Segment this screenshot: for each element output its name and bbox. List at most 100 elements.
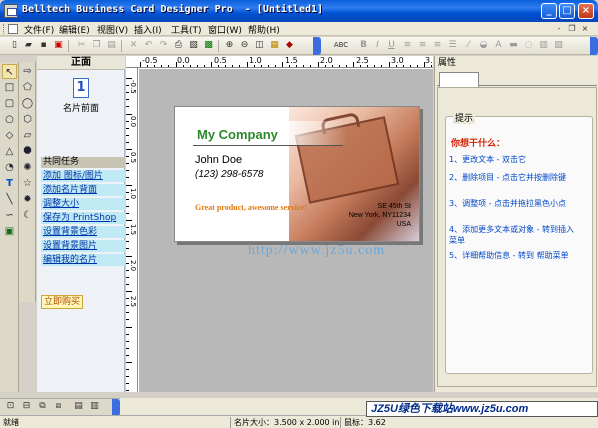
rounded-rectangle-icon[interactable]: ▢ xyxy=(2,96,17,111)
bottom-toolbar-handle[interactable] xyxy=(112,399,120,416)
delete-icon[interactable]: ✕ xyxy=(127,39,140,52)
ellipse-icon[interactable]: ○ xyxy=(2,112,17,127)
toolbar-end-handle[interactable] xyxy=(313,37,321,55)
bring-front-icon[interactable]: ▤ xyxy=(72,400,85,413)
curve-icon[interactable]: ∽ xyxy=(2,208,17,223)
line-icon[interactable]: ╲ xyxy=(2,192,17,207)
font-color-icon[interactable]: A xyxy=(492,39,505,52)
octagon-icon[interactable]: ⯃ xyxy=(20,144,35,159)
mdi-minimize-button[interactable]: - xyxy=(554,23,564,34)
align-left-icon[interactable]: ≡ xyxy=(401,39,414,52)
menu-insert[interactable]: 插入(I) xyxy=(134,23,162,36)
bold-icon[interactable]: B xyxy=(357,39,370,52)
moon-icon[interactable]: ☾ xyxy=(20,208,35,223)
page-thumbnail[interactable]: 1 xyxy=(73,78,89,98)
maximize-button[interactable]: □ xyxy=(559,3,575,19)
print-icon[interactable]: ⎙ xyxy=(172,39,185,52)
business-card[interactable]: My Company John Doe (123) 298-6578 Great… xyxy=(174,106,420,242)
minimize-button[interactable]: _ xyxy=(541,3,557,19)
underline-icon[interactable]: U xyxy=(385,39,398,52)
spellcheck-icon[interactable]: ABC xyxy=(330,39,352,52)
star-burst-icon[interactable]: ✺ xyxy=(20,160,35,175)
send-back-icon[interactable]: ▥ xyxy=(88,400,101,413)
group-icon[interactable]: ⧉ xyxy=(36,400,49,413)
cut-icon[interactable]: ✂ xyxy=(75,39,88,52)
effects-icon[interactable]: ◌ xyxy=(522,39,535,52)
save-icon[interactable]: ▪ xyxy=(37,39,50,52)
close-button[interactable]: × xyxy=(578,3,594,19)
lock-icon[interactable]: ⊡ xyxy=(4,400,17,413)
zoom-in-icon[interactable]: ⊕ xyxy=(223,39,236,52)
ruler-tick xyxy=(126,333,129,335)
burst-icon[interactable]: ✹ xyxy=(20,192,35,207)
layer-icon[interactable]: ▨ xyxy=(552,39,565,52)
slogan-text[interactable]: Great product, awesome service! xyxy=(195,203,307,212)
toolbar-end-handle-right[interactable] xyxy=(590,37,598,55)
triangle-icon[interactable]: △ xyxy=(2,144,17,159)
task-background-color[interactable]: 设置背景色彩 xyxy=(41,226,125,238)
menu-edit[interactable]: 编辑(E) xyxy=(59,23,90,36)
vertical-ruler[interactable]: -0.5 0.0 0.5 1.0 1.5 2.0 2.5 xyxy=(126,68,138,392)
task-add-back[interactable]: 添加名片背面 xyxy=(41,184,125,196)
menu-grip[interactable] xyxy=(3,24,5,34)
address-line-2[interactable]: New York, NY11234 xyxy=(349,212,411,219)
rectangle-icon[interactable]: □ xyxy=(2,80,17,95)
text-tool-icon[interactable]: T xyxy=(2,176,17,191)
menu-tools[interactable]: 工具(T) xyxy=(171,23,202,36)
fill-icon[interactable]: ◒ xyxy=(477,39,490,52)
task-edit-card[interactable]: 编辑我的名片 xyxy=(41,254,125,266)
hexagon-icon[interactable]: ⬡ xyxy=(20,112,35,127)
image-tool-icon[interactable]: ▣ xyxy=(2,224,17,239)
open-icon[interactable]: ▰ xyxy=(22,39,35,52)
task-background-image[interactable]: 设置背景图片 xyxy=(41,240,125,252)
pentagon-icon[interactable]: ⬠ xyxy=(20,80,35,95)
grid-icon[interactable]: ▦ xyxy=(268,39,281,52)
address-line-1[interactable]: SE 45th St xyxy=(378,203,411,210)
person-name[interactable]: John Doe xyxy=(195,154,242,166)
align-right-icon[interactable]: ≡ xyxy=(431,39,444,52)
unlock-icon[interactable]: ⊟ xyxy=(20,400,33,413)
line-style-icon[interactable]: ⁄ xyxy=(462,39,475,52)
star-icon[interactable]: ☆ xyxy=(20,176,35,191)
export-icon[interactable]: ▩ xyxy=(202,39,215,52)
print-preview-icon[interactable]: ▧ xyxy=(187,39,200,52)
address-line-3[interactable]: USA xyxy=(397,221,411,228)
zoom-out-icon[interactable]: ⊖ xyxy=(238,39,251,52)
redo-icon[interactable]: ↷ xyxy=(157,39,170,52)
arrange-icon[interactable]: ▥ xyxy=(537,39,550,52)
select-pointer-icon[interactable]: ↖ xyxy=(2,64,17,79)
right-arrow-shape-icon[interactable]: ⇨ xyxy=(20,64,35,79)
phone-number[interactable]: (123) 298-6578 xyxy=(195,169,263,180)
mdi-close-button[interactable]: × xyxy=(580,23,590,34)
properties-tab[interactable] xyxy=(439,72,479,87)
undo-icon[interactable]: ↶ xyxy=(142,39,155,52)
justify-icon[interactable]: ☰ xyxy=(446,39,459,52)
task-add-image[interactable]: 添加 图标/图片 xyxy=(41,170,125,182)
mdi-restore-button[interactable]: ❐ xyxy=(567,23,577,34)
app-icon[interactable] xyxy=(4,4,18,18)
eraser-icon[interactable]: ◆ xyxy=(283,39,296,52)
zoom-fit-icon[interactable]: ◫ xyxy=(253,39,266,52)
menu-window[interactable]: 窗口(W) xyxy=(208,23,242,36)
menu-file[interactable]: 文件(F) xyxy=(24,23,54,36)
paste-icon[interactable]: ▤ xyxy=(105,39,118,52)
ungroup-icon[interactable]: ⧈ xyxy=(52,400,65,413)
new-icon[interactable]: ▯ xyxy=(8,39,21,52)
shadow-icon[interactable]: ▬ xyxy=(507,39,520,52)
arc-icon[interactable]: ◔ xyxy=(2,160,17,175)
menu-view[interactable]: 视图(V) xyxy=(97,23,128,36)
menu-help[interactable]: 帮助(H) xyxy=(248,23,280,36)
diamond-icon[interactable]: ◇ xyxy=(2,128,17,143)
document-icon[interactable] xyxy=(8,24,18,34)
copy-icon[interactable]: ❐ xyxy=(90,39,103,52)
callout-icon[interactable]: ◯ xyxy=(20,96,35,111)
task-resize[interactable]: 调整大小 xyxy=(41,198,125,210)
horizontal-ruler[interactable]: -0.5 0.0 0.5 1.0 1.5 2.0 2.5 3.0 3.5 xyxy=(126,56,433,68)
company-name[interactable]: My Company xyxy=(197,127,278,142)
italic-icon[interactable]: I xyxy=(371,39,384,52)
parallelogram-icon[interactable]: ▱ xyxy=(20,128,35,143)
buy-now-button[interactable]: 立即购买 xyxy=(41,295,83,309)
align-center-icon[interactable]: ≡ xyxy=(416,39,429,52)
task-save-printshop[interactable]: 保存为 PrintShop xyxy=(41,212,125,224)
pdf-icon[interactable]: ▣ xyxy=(52,39,65,52)
